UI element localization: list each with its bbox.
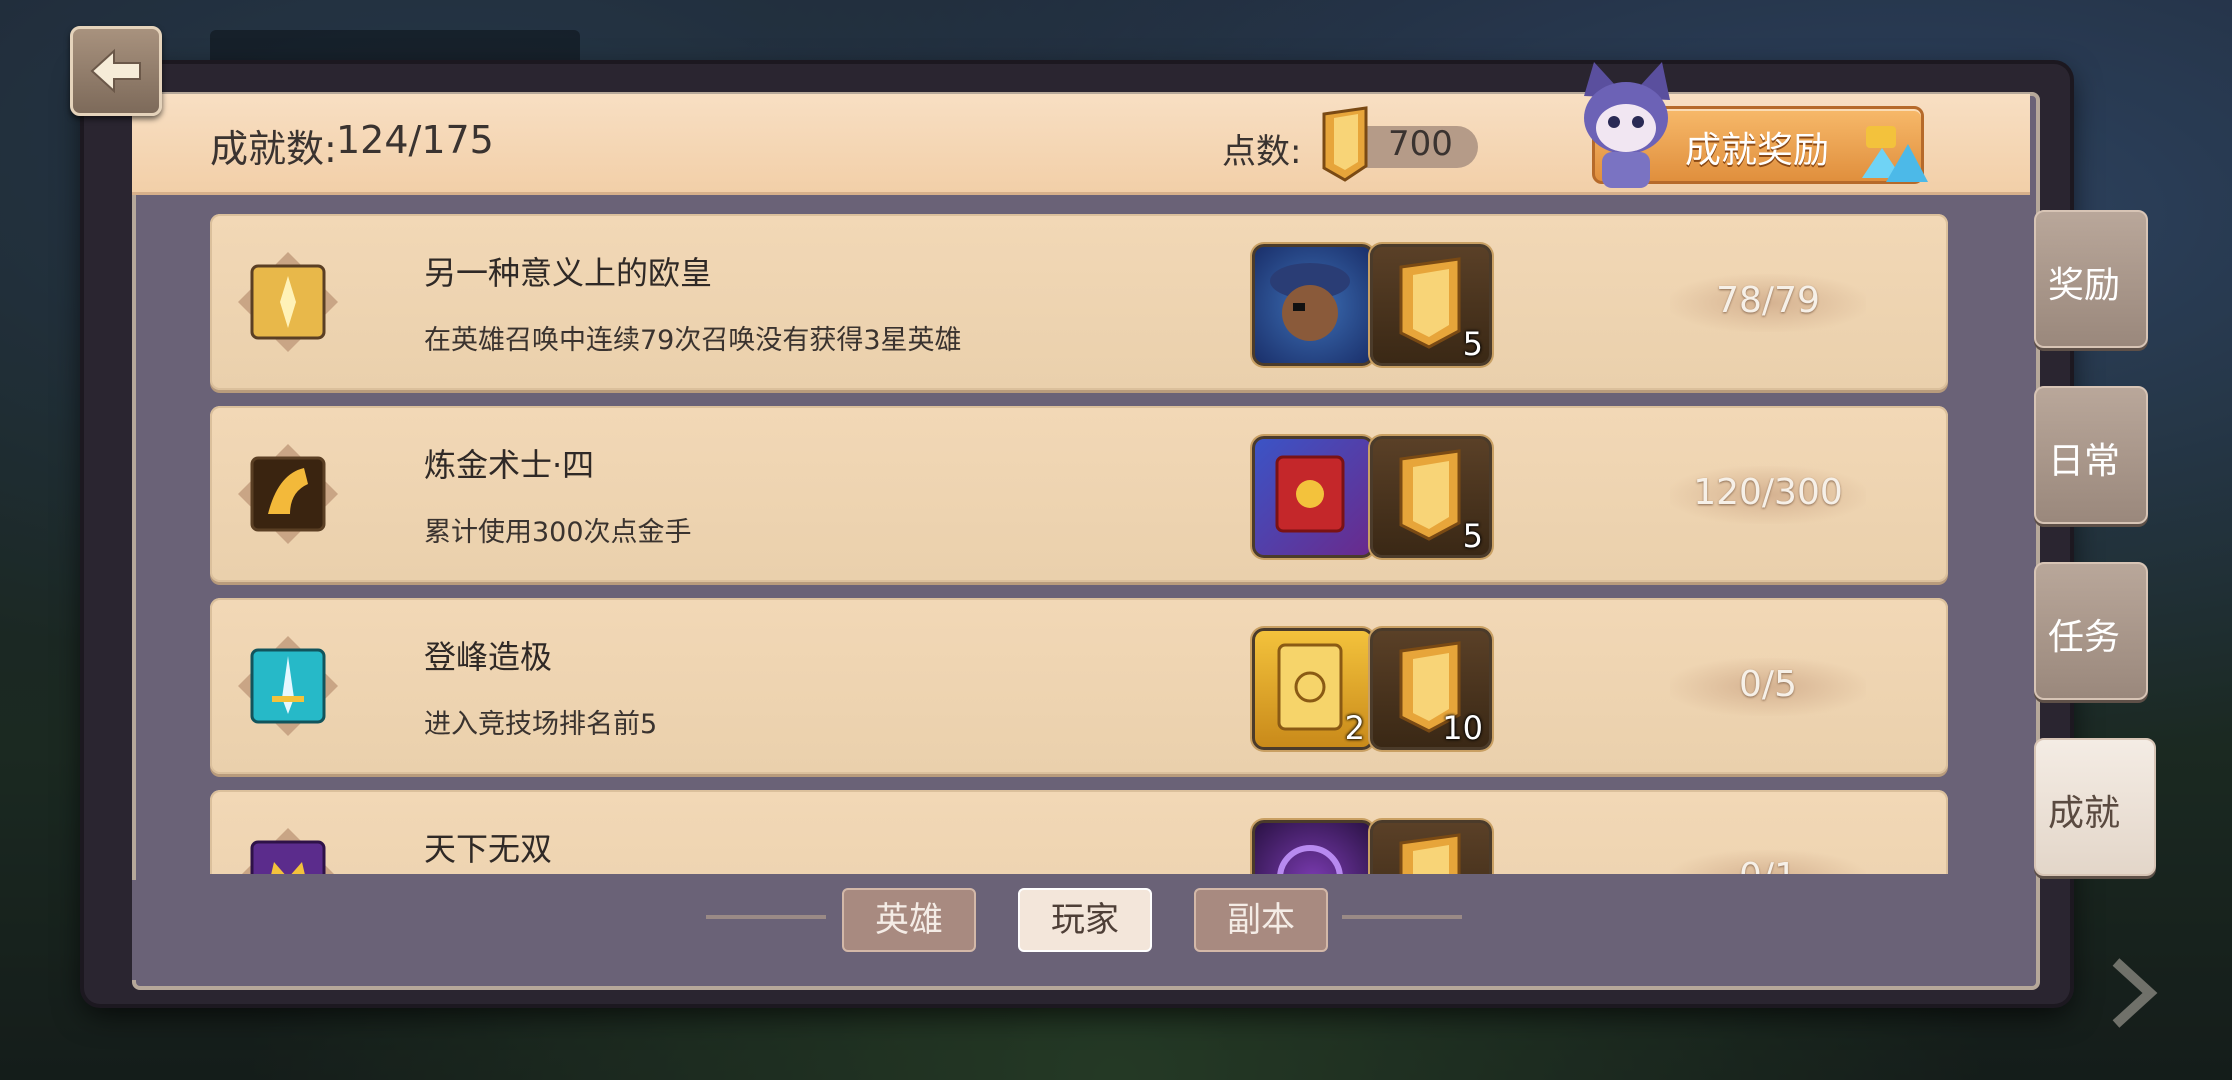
reward-slot[interactable]: 5 [1370, 244, 1492, 366]
reward-count: 2 [1344, 709, 1365, 747]
right-ornament-icon [1342, 915, 1462, 919]
golden-rune-icon [238, 252, 338, 352]
reward-count: 5 [1462, 517, 1483, 555]
reward-slot[interactable] [1252, 436, 1374, 558]
purple-crown-icon [242, 828, 334, 874]
tab-heroes-label: 英雄 [875, 900, 943, 940]
achievement-progress: 120/300 [1693, 472, 1843, 513]
achievement-title: 炼金术士·四 [424, 446, 595, 484]
left-ornament-icon [706, 915, 826, 919]
golden-hand-icon [238, 444, 338, 544]
side-tab-label: 日常 [2048, 441, 2121, 482]
achievement-desc: 进入竞技场排名前5 [424, 709, 658, 740]
achievement-desc: 累计使用300次点金手 [424, 517, 692, 548]
purple-orb-icon [1277, 845, 1343, 874]
tab-dungeon-label: 副本 [1227, 900, 1295, 940]
side-tab-label: 成就 [2048, 793, 2121, 834]
achievement-title: 另一种意义上的欧皇 [424, 254, 713, 292]
reward-slot[interactable]: 2 [1252, 628, 1374, 750]
achievement-desc: 在英雄召唤中连续79次召唤没有获得3星英雄 [424, 325, 962, 356]
chevron-right-icon [2112, 958, 2158, 1028]
reward-count: 10 [1442, 709, 1483, 747]
achievement-progress: 0/1 [1670, 856, 1866, 874]
achievement-row: 登峰造极 进入竞技场排名前5 2 10 0/5 [210, 598, 1948, 774]
achievement-reward-label: 成就奖励 [1685, 130, 1830, 171]
tab-dungeon[interactable]: 副本 [1194, 888, 1328, 952]
reward-count: 5 [1462, 325, 1483, 363]
gem-pile-icon [1862, 126, 1928, 182]
side-tab-label: 奖励 [2048, 265, 2121, 306]
tab-player-label: 玩家 [1051, 900, 1119, 940]
achievement-row: 另一种意义上的欧皇 在英雄召唤中连续79次召唤没有获得3星英雄 5 78/79 [210, 214, 1948, 390]
achievement-title: 天下无双 [424, 830, 553, 868]
achievement-list[interactable]: 另一种意义上的欧皇 在英雄召唤中连续79次召唤没有获得3星英雄 5 78/79 … [210, 214, 1950, 874]
reward-slot[interactable] [1370, 820, 1492, 874]
cat-mascot-icon [1584, 62, 1670, 188]
back-arrow-icon [90, 48, 141, 94]
tab-heroes[interactable]: 英雄 [842, 888, 976, 952]
tab-player[interactable]: 玩家 [1018, 888, 1152, 952]
achievement-count-value: 124/175 [336, 118, 494, 162]
reward-slot[interactable] [1252, 820, 1374, 874]
achievement-row: 炼金术士·四 累计使用300次点金手 5 120/300 [210, 406, 1948, 582]
side-tab-label: 任务 [2048, 617, 2121, 658]
back-button[interactable] [70, 26, 162, 116]
red-envelope-icon [1275, 455, 1345, 533]
reward-slot[interactable]: 5 [1370, 436, 1492, 558]
achievement-progress: 0/5 [1739, 664, 1797, 705]
reward-slot[interactable] [1252, 244, 1374, 366]
side-tab-tasks[interactable]: 任务 [2034, 562, 2148, 700]
side-tab-rewards[interactable]: 奖励 [2034, 210, 2148, 348]
gold-shield-icon [1322, 106, 1368, 182]
achievement-progress: 78/79 [1716, 280, 1820, 321]
points-value: 700 [1388, 124, 1453, 164]
reward-slot[interactable]: 10 [1370, 628, 1492, 750]
arena-sword-icon [238, 636, 338, 736]
achievement-row: 天下无双 0/1 [210, 790, 1948, 874]
achievement-count-label: 成就数: [210, 127, 337, 171]
side-tab-achievements[interactable]: 成就 [2034, 738, 2156, 876]
points-label: 点数: [1222, 132, 1302, 172]
gold-shield-icon [1399, 833, 1461, 874]
achievement-title: 登峰造极 [424, 638, 553, 676]
side-tab-daily[interactable]: 日常 [2034, 386, 2148, 524]
pirate-hero-portrait [1270, 263, 1350, 341]
